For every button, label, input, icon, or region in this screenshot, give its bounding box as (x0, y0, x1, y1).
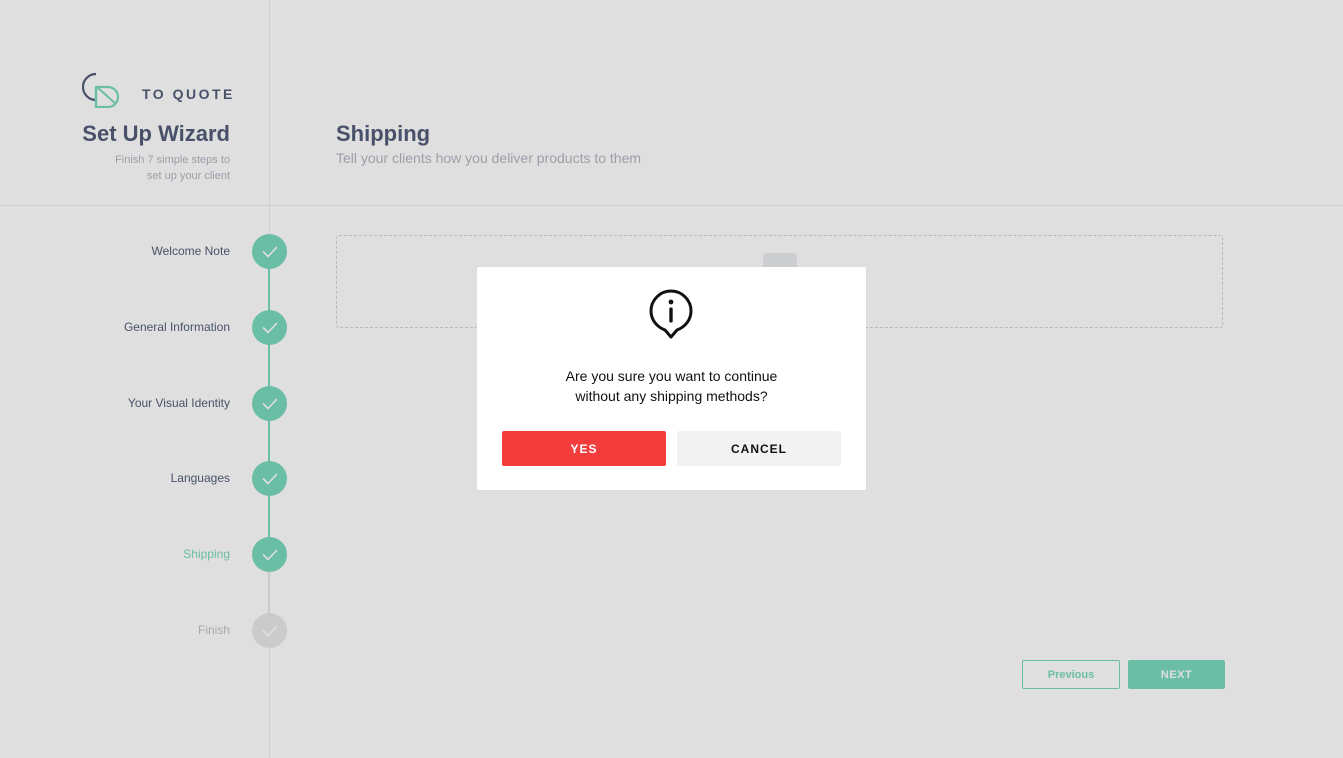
dialog-message-line2: without any shipping methods? (575, 388, 768, 404)
dialog-message: Are you sure you want to continue withou… (477, 366, 866, 406)
app: TO QUOTE Set Up Wizard Finish 7 simple s… (0, 0, 1343, 758)
cancel-button[interactable]: CANCEL (677, 431, 841, 466)
info-icon (649, 289, 693, 344)
confirm-dialog: Are you sure you want to continue withou… (477, 267, 866, 490)
yes-button[interactable]: YES (502, 431, 666, 466)
dialog-message-line1: Are you sure you want to continue (565, 368, 778, 384)
